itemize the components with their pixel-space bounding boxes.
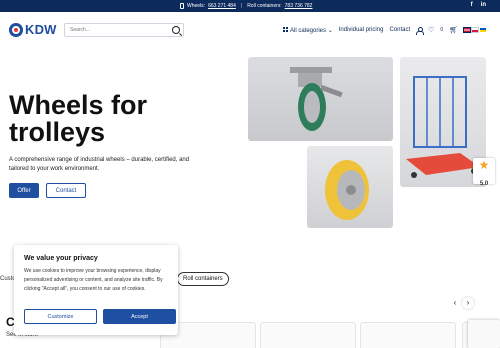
facebook-icon[interactable]: f — [471, 2, 473, 8]
logo-text: KDW — [25, 22, 57, 37]
search-input[interactable] — [65, 27, 165, 33]
social-links: f in — [471, 2, 486, 8]
all-categories-menu[interactable]: All categories ⌄ — [283, 27, 333, 34]
castor-wheel-image — [248, 57, 393, 141]
header-nav: All categories ⌄ Individual pricing Cont… — [283, 26, 487, 35]
accept-button[interactable]: Accept — [103, 309, 176, 324]
hero-description: A comprehensive range of industrial whee… — [9, 157, 190, 172]
wishlist-count: 0 — [440, 27, 444, 33]
cart-icon[interactable]: 🛒︎ — [449, 26, 458, 34]
contact-button[interactable]: Contact — [46, 183, 86, 198]
logo[interactable]: KDW — [9, 22, 57, 37]
polyurethane-wheel-image — [307, 146, 393, 228]
flag-en-icon[interactable] — [463, 27, 472, 33]
top-bar: Wheels: 663 271 484 | Roll containers: 7… — [0, 0, 500, 12]
cookie-consent-dialog: We value your privacy We use cookies to … — [14, 245, 178, 335]
phone-icon — [180, 3, 184, 9]
logo-mark — [9, 22, 23, 37]
rating-value: 5.0 — [479, 181, 489, 187]
product-card[interactable] — [260, 322, 356, 348]
category-chip-roll-containers[interactable]: Roll containers — [177, 272, 229, 286]
user-icon[interactable] — [416, 26, 425, 35]
search-bar — [64, 23, 184, 37]
heart-icon[interactable]: ♡ — [428, 26, 434, 34]
roll-containers-label: Roll containers: — [247, 3, 282, 9]
hero-title: Wheels for trolleys — [9, 90, 148, 147]
wheels-label: Wheels: — [187, 3, 206, 9]
wheels-phone-link[interactable]: 663 271 484 — [208, 3, 236, 9]
chevron-right-icon[interactable]: › — [462, 297, 474, 309]
product-card[interactable] — [360, 322, 456, 348]
chevron-down-icon: ⌄ — [326, 27, 333, 34]
roll-containers-phone-link[interactable]: 783 736 782 — [285, 3, 313, 9]
individual-pricing-link[interactable]: Individual pricing — [339, 27, 384, 33]
flag-pl-icon[interactable] — [471, 27, 480, 33]
language-switcher — [463, 27, 487, 33]
recaptcha-badge[interactable] — [468, 320, 500, 348]
top-bar-contact: Wheels: 663 271 484 | Roll containers: 7… — [180, 3, 312, 9]
cookie-text: We use cookies to improve your browsing … — [24, 268, 163, 292]
all-categories-label: All categories — [290, 27, 327, 34]
cookie-title: We value your privacy — [24, 255, 98, 262]
chevron-left-icon[interactable]: ‹ — [449, 297, 461, 309]
rating-badge[interactable]: ★ 5.0 — [473, 158, 495, 187]
contact-link[interactable]: Contact — [389, 27, 410, 33]
linkedin-icon[interactable]: in — [481, 2, 486, 8]
search-icon[interactable] — [172, 26, 180, 34]
customize-button[interactable]: Customize — [24, 309, 97, 324]
separator: | — [240, 3, 243, 9]
flag-ua-icon[interactable] — [480, 28, 487, 32]
star-icon: ★ — [478, 158, 490, 172]
offer-button[interactable]: Offer — [9, 183, 39, 198]
grid-icon — [283, 27, 288, 32]
